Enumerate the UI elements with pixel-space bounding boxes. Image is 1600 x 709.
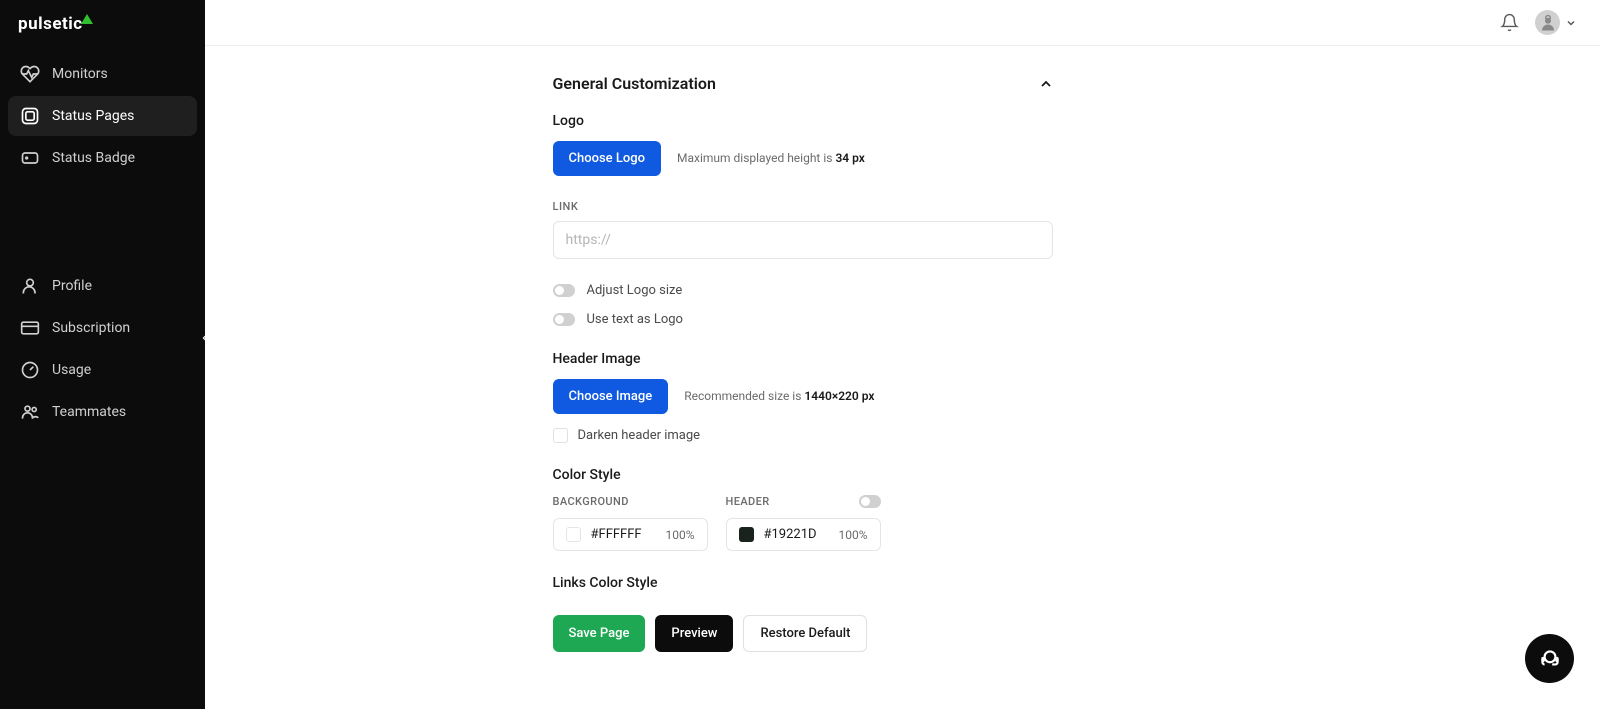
card-icon: [20, 318, 40, 338]
sidebar-item-status-badge[interactable]: Status Badge: [8, 138, 197, 178]
gauge-icon: [20, 360, 40, 380]
choose-logo-button[interactable]: Choose Logo: [553, 141, 662, 176]
sidebar-item-label: Monitors: [52, 66, 108, 82]
brand-triangle-icon: [81, 14, 93, 24]
header-color-toggle[interactable]: [859, 495, 881, 508]
person-icon: [20, 276, 40, 296]
header-hex: #19221D: [764, 527, 829, 542]
logo-label: Logo: [553, 113, 1053, 129]
header-image-hint: Recommended size is 1440×220 px: [684, 388, 874, 405]
background-pct: 100%: [665, 528, 694, 542]
sidebar-item-teammates[interactable]: Teammates: [8, 392, 197, 432]
darken-header-label: Darken header image: [578, 428, 701, 443]
user-menu[interactable]: [1535, 10, 1576, 35]
restore-default-button[interactable]: Restore Default: [743, 615, 867, 652]
section-header[interactable]: General Customization: [553, 74, 1053, 113]
header-image-label: Header Image: [553, 351, 1053, 367]
adjust-logo-size-toggle[interactable]: [553, 284, 575, 297]
sidebar-item-label: Usage: [52, 362, 91, 378]
sidebar-item-usage[interactable]: Usage: [8, 350, 197, 390]
sidebar-item-status-pages[interactable]: Status Pages: [8, 96, 197, 136]
settings-panel: General Customization Logo Choose Logo M…: [553, 74, 1053, 709]
chevron-down-icon: [1566, 18, 1576, 28]
section-title: General Customization: [553, 74, 716, 93]
logo-block: Logo Choose Logo Maximum displayed heigh…: [553, 113, 1053, 176]
background-color-label: BACKGROUND: [553, 495, 708, 508]
toggles-block: Adjust Logo size Use text as Logo: [553, 283, 1053, 327]
topbar: [205, 0, 1600, 46]
sidebar-item-label: Subscription: [52, 320, 130, 336]
links-color-label: Links Color Style: [553, 575, 1053, 591]
header-pct: 100%: [838, 528, 867, 542]
link-label: LINK: [553, 200, 1053, 213]
choose-image-button[interactable]: Choose Image: [553, 379, 669, 414]
preview-button[interactable]: Preview: [655, 615, 733, 652]
nav-primary: Monitors Status Pages Status Badge: [0, 46, 205, 188]
darken-header-checkbox[interactable]: [553, 428, 568, 443]
use-text-as-logo-toggle[interactable]: [553, 313, 575, 326]
sidebar-item-label: Profile: [52, 278, 92, 294]
link-input[interactable]: [553, 221, 1053, 259]
sidebar-item-label: Status Badge: [52, 150, 135, 166]
heart-pulse-icon: [20, 64, 40, 84]
adjust-logo-size-label: Adjust Logo size: [587, 283, 683, 298]
save-page-button[interactable]: Save Page: [553, 615, 646, 652]
layout-icon: [20, 106, 40, 126]
header-color-input[interactable]: #19221D 100%: [726, 518, 881, 551]
notifications-icon[interactable]: [1500, 13, 1519, 32]
people-icon: [20, 402, 40, 422]
badge-icon: [20, 148, 40, 168]
color-style-block: Color Style BACKGROUND #FFFFFF 100% HEAD…: [553, 467, 1053, 551]
sidebar-item-label: Teammates: [52, 404, 126, 420]
nav-secondary: Profile Subscription Usage Teammates: [0, 258, 205, 442]
header-image-block: Header Image Choose Image Recommended si…: [553, 351, 1053, 443]
help-fab[interactable]: [1525, 634, 1574, 683]
chevron-up-icon: [1039, 77, 1053, 91]
help-headset-icon: [1537, 646, 1563, 672]
header-swatch: [739, 527, 754, 542]
sidebar-item-profile[interactable]: Profile: [8, 266, 197, 306]
link-block: LINK: [553, 200, 1053, 259]
avatar: [1535, 10, 1560, 35]
color-style-label: Color Style: [553, 467, 1053, 483]
use-text-as-logo-label: Use text as Logo: [587, 312, 683, 327]
sidebar-item-monitors[interactable]: Monitors: [8, 54, 197, 94]
action-bar: Save Page Preview Restore Default: [553, 615, 1053, 652]
sidebar-item-subscription[interactable]: Subscription: [8, 308, 197, 348]
brand-logo[interactable]: pulsetic: [0, 0, 205, 46]
brand-name: pulsetic: [18, 14, 83, 34]
sidebar: pulsetic Monitors Status Pages Status Ba…: [0, 0, 205, 709]
background-color-input[interactable]: #FFFFFF 100%: [553, 518, 708, 551]
background-hex: #FFFFFF: [591, 527, 656, 542]
content: General Customization Logo Choose Logo M…: [205, 46, 1600, 709]
background-swatch: [566, 527, 581, 542]
main-area: General Customization Logo Choose Logo M…: [205, 0, 1600, 709]
header-color-label: HEADER: [726, 495, 770, 508]
links-color-block: Links Color Style: [553, 575, 1053, 591]
sidebar-item-label: Status Pages: [52, 108, 134, 124]
logo-hint: Maximum displayed height is 34 px: [677, 150, 865, 167]
